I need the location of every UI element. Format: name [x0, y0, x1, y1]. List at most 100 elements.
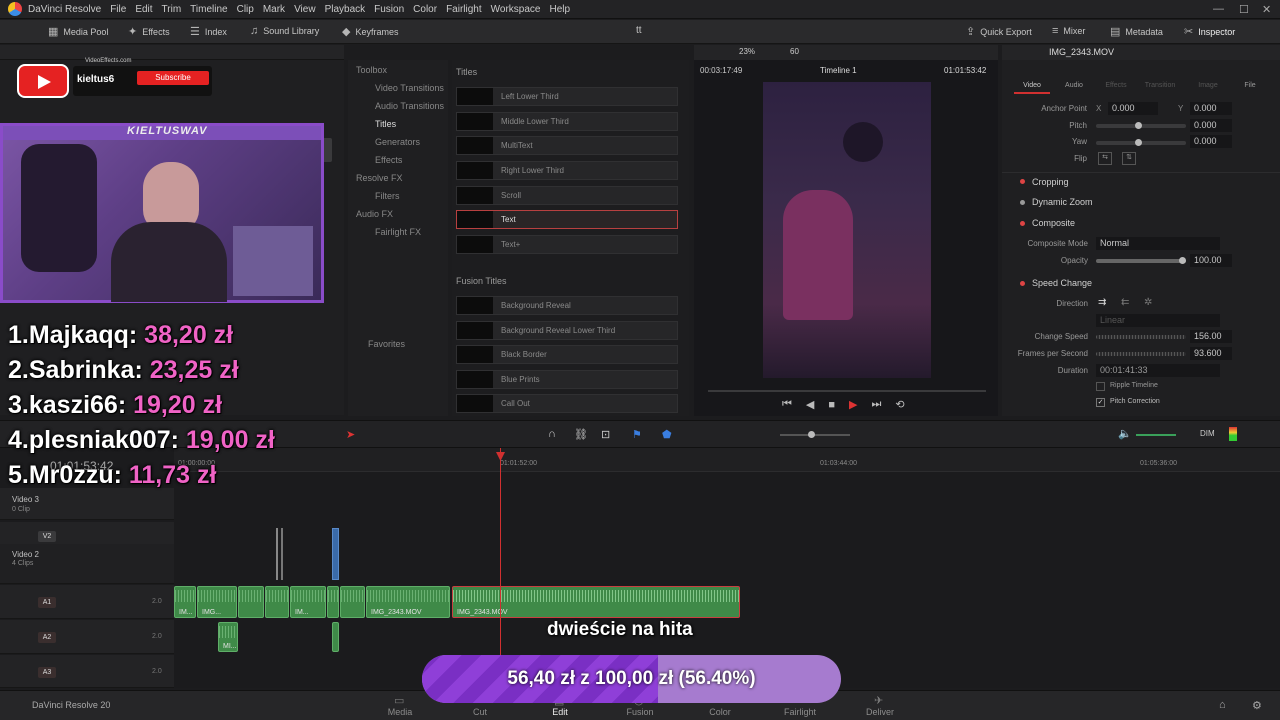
tree-titles[interactable]: Titles — [375, 119, 396, 129]
yaw-field[interactable]: 0.000 — [1190, 135, 1232, 148]
link-icon[interactable]: ⛓ — [574, 428, 588, 441]
pitch-correction-checkbox[interactable]: ✓ — [1096, 398, 1105, 407]
snapping-icon[interactable]: ∩ — [548, 428, 556, 440]
zoom-slider[interactable] — [780, 434, 850, 436]
zoom-slider-knob[interactable] — [808, 431, 815, 438]
titles-section-header[interactable]: Titles — [456, 67, 477, 77]
fps-slider[interactable] — [1096, 352, 1186, 356]
inspector-tab-file[interactable]: File — [1232, 82, 1268, 89]
fusion-title-item[interactable]: Background Reveal Lower Third — [456, 321, 678, 340]
step-back-icon[interactable]: ◀ — [806, 398, 814, 411]
duration-field[interactable]: 00:01:41:33 — [1096, 364, 1220, 377]
tree-generators[interactable]: Generators — [375, 137, 420, 147]
timeline-name[interactable]: Timeline 1 — [820, 66, 857, 75]
audio-clip[interactable]: IM... — [290, 586, 326, 618]
ease-select[interactable]: Linear — [1096, 314, 1220, 327]
menu-fairlight[interactable]: Fairlight — [446, 4, 482, 15]
ripple-checkbox[interactable] — [1096, 382, 1105, 391]
opacity-slider-knob[interactable] — [1179, 257, 1186, 264]
page-fusion[interactable]: ◎Fusion — [610, 695, 670, 717]
maximize-icon[interactable]: ☐ — [1239, 3, 1249, 16]
fusion-titles-section-header[interactable]: Fusion Titles — [456, 276, 507, 286]
scrub-bar[interactable] — [708, 390, 986, 392]
page-color[interactable]: ◐Color — [690, 694, 750, 717]
inspector-tab-image[interactable]: Image — [1190, 82, 1226, 89]
audio-clip-selected[interactable]: IMG_2343.MOV — [452, 586, 740, 618]
timeline-ruler[interactable]: 01:00:00:00 01:01:52:00 01:03:44:00 01:0… — [174, 448, 1280, 472]
menu-color[interactable]: Color — [413, 4, 437, 15]
yaw-slider-knob[interactable] — [1135, 139, 1142, 146]
video-clip[interactable] — [281, 528, 283, 580]
play-icon[interactable]: ▶ — [849, 398, 857, 411]
pitch-slider-knob[interactable] — [1135, 122, 1142, 129]
media-pool-button[interactable]: ▦ Media Pool — [48, 25, 108, 38]
composite-toggle[interactable] — [1020, 221, 1025, 226]
menu-playback[interactable]: Playback — [325, 4, 366, 15]
title-item[interactable]: Scroll — [456, 186, 678, 205]
menu-mark[interactable]: Mark — [263, 4, 285, 15]
anchor-y-field[interactable]: 0.000 — [1190, 102, 1232, 115]
close-icon[interactable]: ✕ — [1262, 3, 1271, 16]
audio-clip[interactable] — [332, 622, 339, 652]
settings-gear-icon[interactable]: ⚙ — [1252, 699, 1262, 712]
inspector-button[interactable]: ✂ Inspector — [1184, 25, 1235, 38]
fusion-title-item[interactable]: Blue Prints — [456, 370, 678, 389]
inspector-tab-transition[interactable]: Transition — [1142, 82, 1178, 89]
anchor-x-field[interactable]: 0.000 — [1108, 102, 1158, 115]
volume-icon[interactable]: 🔈 — [1118, 427, 1132, 440]
tree-video-transitions[interactable]: Video Transitions — [375, 83, 444, 93]
track-header-a3[interactable]: A3 2.0 — [0, 655, 174, 688]
menu-edit[interactable]: Edit — [135, 4, 152, 15]
keyframes-button[interactable]: ◆ Keyframes — [342, 25, 398, 38]
tree-audio-transitions[interactable]: Audio Transitions — [375, 101, 444, 111]
page-cut[interactable]: ✂Cut — [450, 695, 510, 717]
minimize-icon[interactable]: — — [1213, 3, 1224, 15]
tree-effects[interactable]: Effects — [375, 155, 402, 165]
tree-fairlight-fx[interactable]: Fairlight FX — [375, 227, 421, 237]
pitch-field[interactable]: 0.000 — [1190, 119, 1232, 132]
flip-horizontal-icon[interactable]: ⇆ — [1098, 152, 1112, 165]
menu-help[interactable]: Help — [549, 4, 570, 15]
viewer-zoom[interactable]: 23% — [739, 47, 755, 56]
track-header-a1[interactable]: A1 2.0 — [0, 585, 174, 619]
inspector-tab-effects[interactable]: Effects — [1098, 82, 1134, 89]
tree-audio-fx[interactable]: Audio FX — [356, 209, 393, 219]
tree-toolbox[interactable]: Toolbox — [356, 65, 387, 75]
fusion-title-item[interactable]: Background Reveal — [456, 296, 678, 315]
menu-fusion[interactable]: Fusion — [374, 4, 404, 15]
page-deliver[interactable]: ✈ Deliver — [850, 695, 910, 717]
dynamic-zoom-toggle[interactable] — [1020, 200, 1025, 205]
title-item[interactable]: Right Lower Third — [456, 161, 678, 180]
flag-icon[interactable]: ⚑ — [632, 428, 642, 441]
freeze-icon[interactable]: ✲ — [1144, 297, 1152, 308]
selection-tool-icon[interactable]: ➤ — [346, 428, 355, 441]
track-header-video2[interactable]: Video 2 4 Clips — [0, 544, 174, 584]
title-item[interactable]: MultiText — [456, 136, 678, 155]
opacity-slider[interactable] — [1096, 259, 1186, 263]
home-icon[interactable]: ⌂ — [1219, 699, 1226, 711]
page-fairlight[interactable]: ♪Fairlight — [770, 694, 830, 717]
metadata-button[interactable]: ▤ Metadata — [1110, 25, 1163, 38]
flip-vertical-icon[interactable]: ⇅ — [1122, 152, 1136, 165]
stop-icon[interactable]: ■ — [828, 399, 835, 411]
cropping-toggle[interactable] — [1020, 179, 1025, 184]
video-clip[interactable] — [332, 528, 339, 580]
mixer-button[interactable]: ≡ Mixer — [1052, 25, 1085, 37]
audio-clip[interactable] — [340, 586, 365, 618]
track-header-a2[interactable]: A2 2.0 — [0, 620, 174, 654]
audio-clip[interactable]: IMG_2343.MOV — [366, 586, 450, 618]
volume-slider[interactable] — [1136, 434, 1176, 436]
audio-clip[interactable] — [327, 586, 339, 618]
playhead[interactable] — [500, 448, 501, 688]
menu-workspace[interactable]: Workspace — [491, 4, 541, 15]
opacity-field[interactable]: 100.00 — [1190, 254, 1232, 267]
inspector-tab-video[interactable]: Video — [1014, 82, 1050, 89]
fps-field[interactable]: 93.600 — [1190, 347, 1232, 360]
tree-favorites[interactable]: Favorites — [368, 339, 405, 349]
sound-library-button[interactable]: ♫ Sound Library — [250, 25, 319, 37]
menu-file[interactable]: File — [110, 4, 126, 15]
composite-mode-select[interactable]: Normal — [1096, 237, 1220, 250]
tree-resolve-fx[interactable]: Resolve FX — [356, 173, 403, 183]
loop-icon[interactable]: ⟲ — [895, 398, 904, 411]
dim-button[interactable]: DIM — [1200, 429, 1215, 438]
